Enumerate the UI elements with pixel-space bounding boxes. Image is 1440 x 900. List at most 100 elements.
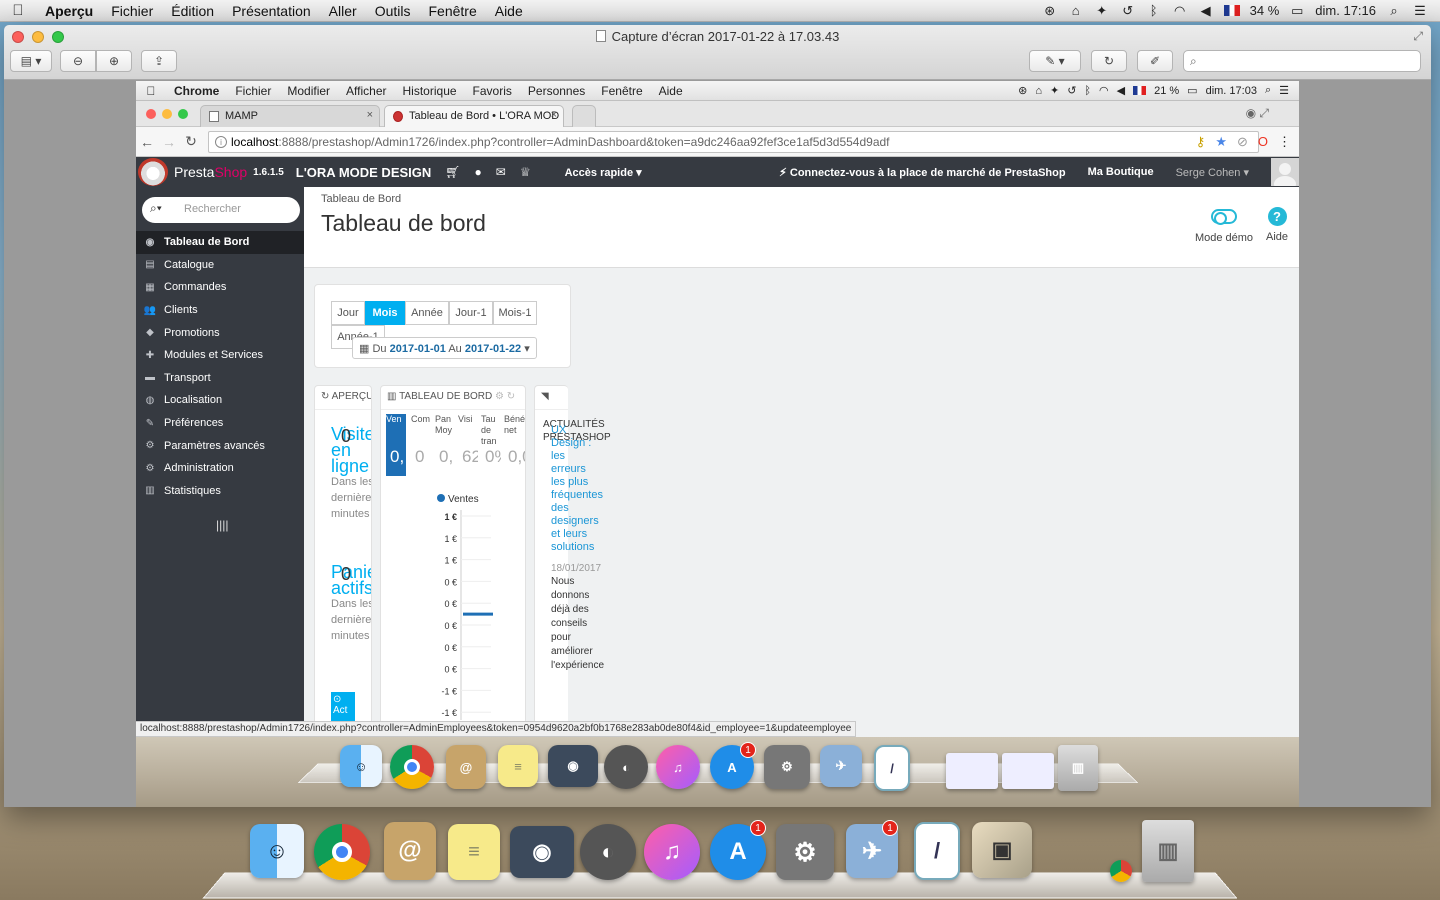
inner-battery-icon[interactable]: ▭ (1187, 84, 1197, 97)
sidebar-item-promotions[interactable]: ◆ Promotions (136, 321, 304, 344)
opera-icon[interactable]: O (1258, 134, 1268, 150)
lock-icon[interactable]: ⌂ (1068, 3, 1084, 18)
kpi-conversion-column[interactable]: Tau de tran0% (481, 414, 501, 476)
help-button[interactable]: ? Aide (1262, 207, 1292, 243)
finder-icon[interactable]: ☺ (340, 745, 382, 787)
trophy-icon[interactable]: ♕ (520, 165, 531, 179)
preview-app-icon[interactable]: ▣ (972, 822, 1032, 878)
sidebar-toggle-button[interactable]: ▤ ▾ (10, 50, 52, 72)
chrome-minimized-icon[interactable] (1110, 860, 1132, 882)
status-circle-icon[interactable]: ⊛ (1042, 3, 1058, 19)
itunes-icon[interactable]: ♫ (644, 824, 700, 880)
status-menu-icon[interactable]: ✦ (1094, 3, 1110, 19)
period-day-button[interactable]: Jour (331, 301, 365, 325)
rotate-button[interactable]: ↻ (1091, 50, 1127, 72)
inner-menu-aide[interactable]: Aide (651, 84, 691, 98)
time-machine-icon[interactable]: ↺ (1120, 3, 1136, 19)
period-previous-day-button[interactable]: Jour-1 (449, 301, 493, 325)
menu-outils[interactable]: Outils (366, 3, 420, 19)
kpi-orders-column[interactable]: Com 0 (411, 414, 431, 476)
period-previous-month-button[interactable]: Mois-1 (493, 301, 537, 325)
prestashop-logo-icon[interactable] (138, 158, 168, 186)
trash-icon[interactable]: ▥ (1142, 820, 1194, 882)
share-button[interactable]: ⇪ (141, 50, 177, 72)
volume-icon[interactable]: ◀ (1198, 3, 1214, 19)
inner-volume-icon[interactable]: ◀ (1117, 84, 1125, 97)
sidebar-item-transport[interactable]: ▬ Transport (136, 367, 304, 390)
sequel-pro-icon[interactable]: ◐ (580, 824, 636, 880)
inner-extra-icon[interactable]: ✦ (1050, 84, 1059, 97)
rss-icon[interactable]: ◥ (541, 391, 549, 402)
prestashop-brand[interactable]: PrestaShop (174, 164, 247, 180)
sidebar-item-catalog[interactable]: ▤ Catalogue (136, 254, 304, 277)
refresh-icon[interactable]: ↻ (507, 391, 515, 402)
sidebar-item-orders[interactable]: ▦ Commandes (136, 276, 304, 299)
zoom-out-button[interactable]: ⊖ (60, 50, 96, 72)
spotlight-icon[interactable]: ⌕ (1386, 3, 1402, 19)
inner-menu-historique[interactable]: Historique (395, 84, 465, 98)
notification-center-icon[interactable]: ☰ (1412, 3, 1428, 19)
configure-icon[interactable]: ⚙ (495, 391, 504, 402)
contacts-icon[interactable]: @ (384, 822, 436, 880)
address-bar[interactable]: i localhost:8888/prestashop/Admin1726/in… (208, 131, 1259, 153)
script-editor-icon[interactable]: / (914, 822, 960, 880)
inner-menu-favoris[interactable]: Favoris (465, 84, 520, 98)
chrome-icon[interactable] (390, 745, 434, 789)
refresh-icon[interactable]: ↻ (321, 391, 329, 402)
mail-icon[interactable]: ✈ (820, 745, 862, 787)
back-arrow-icon[interactable]: ← (136, 134, 158, 150)
inner-spotlight-icon[interactable]: ⌕ (1265, 84, 1271, 97)
demo-mode-button[interactable]: Mode démo (1194, 209, 1254, 244)
inner-lock-icon[interactable]: ⌂ (1035, 85, 1042, 97)
marketplace-link[interactable]: ⚡︎ Connectez-vous à la place de marché d… (779, 166, 1066, 179)
sidebar-search-input[interactable]: ⌕▾ Rechercher (142, 197, 300, 223)
inner-menu-fichier[interactable]: Fichier (227, 84, 279, 98)
kpi-avg-cart-column[interactable]: Pan Moy 0, (435, 414, 455, 476)
sidebar-item-preferences[interactable]: ✎ Préférences (136, 412, 304, 435)
avatar[interactable] (1271, 158, 1299, 186)
inner-menu-personnes[interactable]: Personnes (520, 84, 593, 98)
screen-capture-icon[interactable]: ◉ (548, 745, 598, 787)
zoom-in-button[interactable]: ⊕ (96, 50, 132, 72)
tab-close-icon[interactable]: × (551, 109, 557, 121)
chrome-profile-icon[interactable]: ◉ ⤢ (1246, 106, 1269, 121)
forward-arrow-icon[interactable]: → (158, 134, 180, 150)
cart-icon[interactable]: 🛒︎ (445, 165, 460, 179)
chrome-icon[interactable] (314, 824, 370, 880)
preview-search-input[interactable]: ⌕ (1183, 50, 1421, 72)
itunes-icon[interactable]: ♫ (656, 745, 700, 789)
notes-icon[interactable]: ≡ (498, 745, 538, 787)
kpi-sales-column[interactable]: Ven 0, (386, 414, 406, 476)
wifi-icon[interactable]: ◠ (1172, 3, 1188, 19)
contacts-icon[interactable]: @ (446, 745, 486, 789)
news-title-link[interactable]: UX Design : les erreurs les plus fréquen… (551, 424, 603, 553)
inner-notification-icon[interactable]: ☰ (1279, 84, 1289, 97)
sidebar-item-customers[interactable]: 👥 Clients (136, 299, 304, 322)
bookmark-star-icon[interactable]: ★ (1215, 134, 1227, 150)
inner-apple-icon[interactable]:  (136, 84, 166, 98)
inner-wifi-icon[interactable]: ◠ (1099, 84, 1109, 97)
markup-dropdown-button[interactable]: ✎ ▾ (1029, 50, 1081, 72)
menu-app-name[interactable]: Aperçu (36, 3, 102, 19)
sidebar-collapse-button[interactable]: |||| (216, 518, 304, 532)
inner-time-machine-icon[interactable]: ↺ (1067, 84, 1076, 97)
envelope-icon[interactable]: ✉ (496, 165, 506, 179)
extension-icon[interactable]: ⊘ (1237, 134, 1248, 150)
kpi-visits-column[interactable]: Visi 62 (458, 414, 478, 476)
inner-menu-fenetre[interactable]: Fenêtre (593, 84, 650, 98)
battery-icon[interactable]: ▭ (1289, 3, 1305, 19)
chrome-minimize-button[interactable] (162, 109, 172, 119)
minimized-window-icon[interactable] (946, 753, 998, 789)
tab-dashboard[interactable]: Tableau de Bord • L'ORA MOD × (384, 105, 564, 127)
sidebar-item-statistics[interactable]: ▥ Statistiques (136, 480, 304, 503)
sidebar-item-administration[interactable]: ⚙ Administration (136, 457, 304, 480)
new-tab-button[interactable] (572, 105, 596, 127)
tab-close-icon[interactable]: × (367, 109, 373, 121)
quick-access-dropdown[interactable]: Accès rapide ▾ (565, 166, 642, 179)
sidebar-item-modules[interactable]: ✚ Modules et Services (136, 344, 304, 367)
system-preferences-icon[interactable]: ⚙ (776, 824, 834, 880)
inner-flag-icon[interactable] (1133, 86, 1147, 95)
inner-battery-percent[interactable]: 21 % (1154, 85, 1179, 97)
inner-menu-app[interactable]: Chrome (166, 84, 227, 98)
reload-icon[interactable]: ↻ (180, 133, 202, 150)
